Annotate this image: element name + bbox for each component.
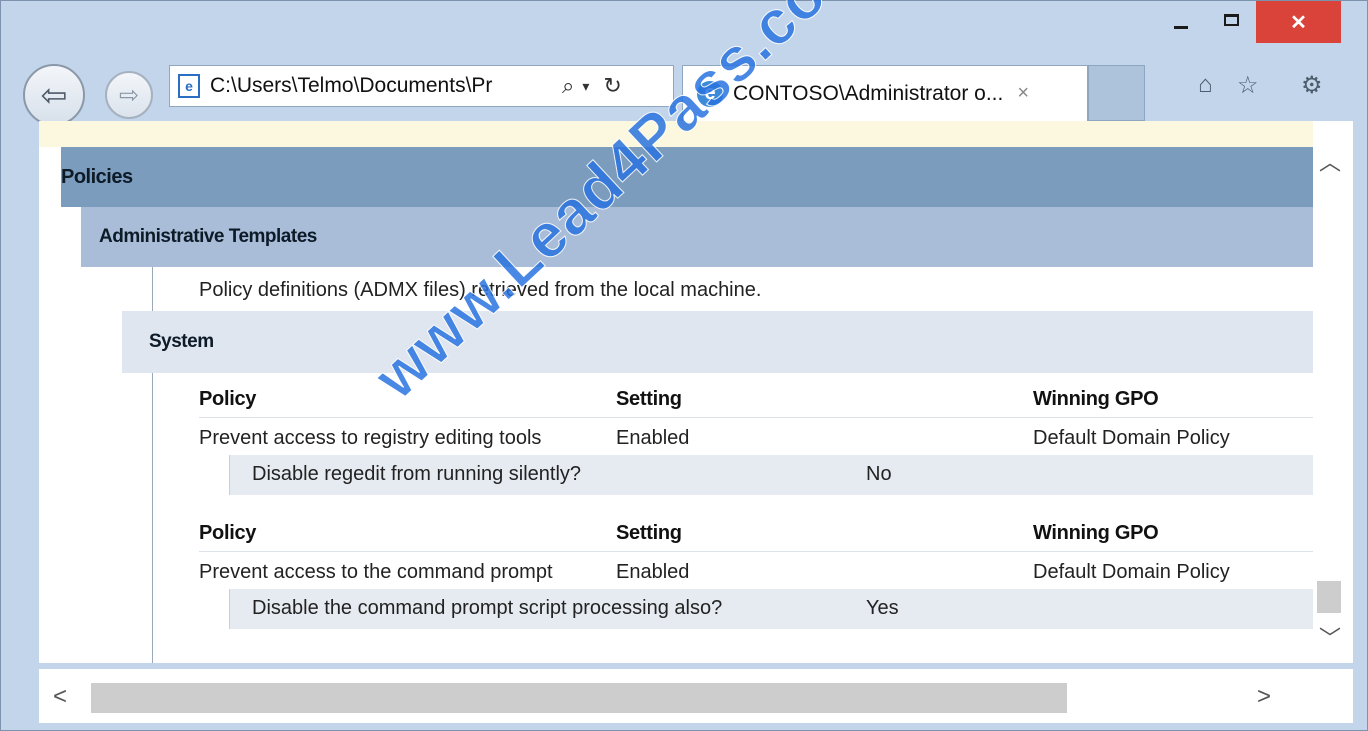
- column-header-policy: Policy: [199, 522, 257, 544]
- search-icon[interactable]: ⌕: [562, 73, 574, 99]
- column-header-winning-gpo: Winning GPO: [1033, 522, 1159, 544]
- tab-close-icon[interactable]: ×: [1017, 82, 1029, 105]
- column-header-winning-gpo: Winning GPO: [1033, 388, 1159, 410]
- section-policies[interactable]: Policies: [61, 147, 1313, 207]
- scroll-right-icon[interactable]: >: [1257, 683, 1271, 711]
- policy-option-value: Yes: [866, 597, 899, 619]
- close-icon: ✕: [1290, 11, 1307, 34]
- scroll-up-icon[interactable]: ︿: [1319, 145, 1341, 177]
- policy-option-question: Disable the command prompt script proces…: [252, 597, 723, 619]
- address-bar[interactable]: e C:\Users\Telmo\Documents\Pr ⌕ ▾ ↻: [169, 65, 674, 107]
- column-header-setting: Setting: [616, 522, 682, 544]
- minimize-icon: [1174, 25, 1188, 29]
- definitions-note: Policy definitions (ADMX files) retrieve…: [199, 279, 762, 301]
- info-bar: [39, 121, 1313, 147]
- section-system-label: System: [149, 331, 214, 352]
- section-policies-label: Policies: [61, 165, 133, 188]
- policy-setting: Enabled: [616, 427, 690, 449]
- forward-arrow-icon: ⇨: [118, 81, 140, 109]
- policy-option-value: No: [866, 463, 892, 485]
- gear-icon[interactable]: ⚙: [1301, 71, 1323, 100]
- forward-button[interactable]: ⇨: [105, 71, 153, 119]
- section-administrative-templates[interactable]: Administrative Templates: [81, 207, 1313, 267]
- page-content: Policies Administrative Templates Policy…: [39, 121, 1313, 663]
- column-header-policy: Policy: [199, 388, 257, 410]
- section-admin-templates-label: Administrative Templates: [99, 226, 317, 247]
- home-icon[interactable]: ⌂: [1198, 71, 1213, 99]
- header-divider: [199, 417, 1313, 418]
- policy-option-question: Disable regedit from running silently?: [252, 463, 582, 485]
- address-input[interactable]: C:\Users\Telmo\Documents\Pr: [210, 74, 550, 98]
- new-tab-button[interactable]: [1088, 65, 1145, 121]
- policy-setting: Enabled: [616, 561, 690, 583]
- column-header-setting: Setting: [616, 388, 682, 410]
- policy-winning-gpo: Default Domain Policy: [1033, 427, 1230, 449]
- scroll-down-icon[interactable]: ﹀: [1319, 621, 1341, 653]
- horizontal-scroll-thumb[interactable]: [91, 683, 1067, 713]
- tab-title: CONTOSO\Administrator o...: [733, 81, 1004, 105]
- close-button[interactable]: ✕: [1256, 1, 1341, 43]
- chevron-down-icon[interactable]: ▾: [582, 78, 589, 95]
- favorites-icon[interactable]: ☆: [1237, 71, 1259, 100]
- vertical-scrollbar[interactable]: ︿ ﹀: [1313, 121, 1353, 663]
- horizontal-scrollbar[interactable]: < >: [39, 669, 1353, 723]
- header-divider: [199, 551, 1313, 552]
- policy-name: Prevent access to registry editing tools: [199, 427, 542, 449]
- policy-name: Prevent access to the command prompt: [199, 561, 553, 583]
- vertical-scroll-thumb[interactable]: [1317, 581, 1341, 613]
- maximize-icon: [1223, 14, 1239, 26]
- policy-winning-gpo: Default Domain Policy: [1033, 561, 1230, 583]
- policy-option-row: Disable regedit from running silently? N…: [229, 455, 1313, 495]
- ie-logo-icon: e: [697, 80, 723, 107]
- minimize-button[interactable]: [1159, 1, 1203, 39]
- tab-active[interactable]: e CONTOSO\Administrator o... ×: [682, 65, 1088, 121]
- section-system[interactable]: System: [122, 311, 1313, 373]
- policy-option-row: Disable the command prompt script proces…: [229, 589, 1313, 629]
- ie-page-icon: e: [178, 74, 200, 98]
- refresh-icon[interactable]: ↻: [603, 73, 621, 99]
- maximize-button[interactable]: [1209, 1, 1253, 39]
- browser-window: ✕ ⇦ ⇨ e C:\Users\Telmo\Documents\Pr ⌕ ▾ …: [0, 0, 1368, 731]
- back-button[interactable]: ⇦: [23, 64, 85, 126]
- back-arrow-icon: ⇦: [40, 77, 68, 113]
- scroll-left-icon[interactable]: <: [53, 683, 67, 711]
